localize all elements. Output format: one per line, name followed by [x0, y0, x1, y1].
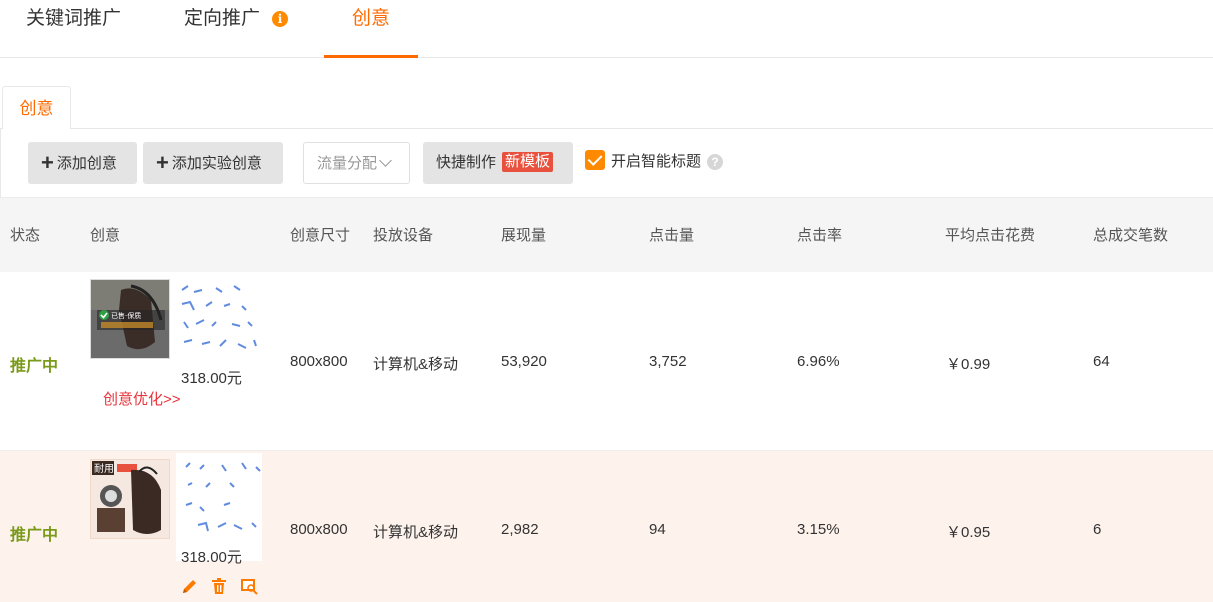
- creative-size: 800x800: [290, 521, 348, 538]
- ctr: 3.15%: [797, 521, 840, 538]
- creative-price: 318.00元: [181, 549, 242, 566]
- quick-make-label: 快捷制作: [436, 154, 497, 171]
- tab-keyword-label: 关键词推广: [26, 8, 122, 29]
- help-icon[interactable]: ?: [707, 154, 724, 170]
- thumb-badge: 耐用: [94, 462, 114, 475]
- impressions: 53,920: [501, 353, 547, 370]
- toolbar: + 添加创意 + 添加实验创意 流量分配 快捷制作 新模板 开启智能标题?: [0, 129, 1213, 197]
- add-creative-button[interactable]: + 添加创意: [28, 142, 137, 184]
- clicks: 3,752: [649, 353, 687, 370]
- tab-targeted-promotion[interactable]: 定向推广 i: [184, 0, 289, 58]
- tab-creative[interactable]: 创意: [324, 0, 418, 58]
- add-creative-label: 添加创意: [56, 155, 117, 172]
- creative-optimize-link[interactable]: 创意优化>>: [103, 388, 181, 409]
- clicks: 94: [649, 521, 666, 538]
- smart-title-label: 开启智能标题: [611, 153, 702, 170]
- col-clicks: 点击量: [649, 227, 695, 244]
- redacted-text-icon: [181, 285, 257, 349]
- add-experiment-label: 添加实验创意: [171, 155, 262, 172]
- table-header: 状态 创意 创意尺寸 投放设备 展现量 点击量 点击率 平均点击花费 总成交笔数: [0, 197, 1213, 272]
- subtab-creative[interactable]: 创意: [2, 86, 71, 129]
- smart-title-toggle[interactable]: 开启智能标题?: [585, 150, 724, 172]
- col-device: 投放设备: [373, 227, 434, 244]
- top-tabs: 关键词推广 定向推广 i 创意: [0, 0, 1213, 58]
- creative-thumbnail[interactable]: 耐用: [90, 459, 170, 539]
- impressions: 2,982: [501, 521, 539, 538]
- plus-icon: +: [156, 150, 169, 175]
- creative-size: 800x800: [290, 353, 348, 370]
- info-icon[interactable]: i: [272, 10, 289, 27]
- col-avg-cpc: 平均点击花费: [945, 227, 1036, 244]
- avg-cpc: ￥0.95: [946, 524, 991, 541]
- col-creative: 创意: [90, 227, 121, 244]
- table-row: 推广中 耐用 318.00元 800x800 计算机&移动 2,982 94 3…: [0, 451, 1213, 602]
- col-status: 状态: [10, 227, 41, 244]
- checkbox-checked-icon[interactable]: [585, 150, 605, 170]
- creative-price: 318.00元: [181, 370, 242, 387]
- orders: 64: [1093, 353, 1110, 370]
- chevron-down-icon: [379, 154, 392, 167]
- add-experiment-creative-button[interactable]: + 添加实验创意: [143, 142, 283, 184]
- col-size: 创意尺寸: [290, 227, 351, 244]
- avg-cpc: ￥0.99: [946, 356, 991, 373]
- orders: 6: [1093, 521, 1102, 538]
- traffic-split-dropdown[interactable]: 流量分配: [303, 142, 410, 184]
- new-template-badge: 新模板: [502, 152, 554, 172]
- tab-keyword-promotion[interactable]: 关键词推广: [26, 0, 121, 58]
- col-ctr: 点击率: [797, 227, 843, 244]
- status-badge: 推广中: [10, 527, 59, 544]
- redacted-title: [176, 276, 260, 366]
- tab-targeted-label: 定向推广: [184, 8, 261, 29]
- ctr: 6.96%: [797, 353, 840, 370]
- col-impressions: 展现量: [501, 227, 547, 244]
- quick-make-button[interactable]: 快捷制作 新模板: [423, 142, 573, 184]
- delivery-device: 计算机&移动: [373, 356, 459, 373]
- bag-image-icon: 耐用: [91, 460, 169, 538]
- edit-icon[interactable]: [181, 577, 199, 595]
- thumb-caption: 已售·保质: [111, 311, 141, 320]
- redacted-text-icon: [185, 462, 261, 532]
- traffic-split-label: 流量分配: [317, 155, 378, 172]
- bag-image-icon: 已售·保质: [91, 280, 169, 358]
- preview-icon[interactable]: [240, 577, 258, 595]
- plus-icon: +: [41, 150, 54, 175]
- tab-creative-label: 创意: [351, 8, 390, 29]
- table-row: 推广中 已售·保质 318.00元 创意优化>> 800x800 计算机&移动 …: [0, 272, 1213, 451]
- status-badge: 推广中: [10, 358, 59, 375]
- redacted-title: [176, 453, 262, 561]
- delivery-device: 计算机&移动: [373, 524, 459, 541]
- delete-icon[interactable]: [210, 577, 228, 595]
- col-orders: 总成交笔数: [1093, 227, 1169, 244]
- creative-thumbnail[interactable]: 已售·保质: [90, 279, 170, 359]
